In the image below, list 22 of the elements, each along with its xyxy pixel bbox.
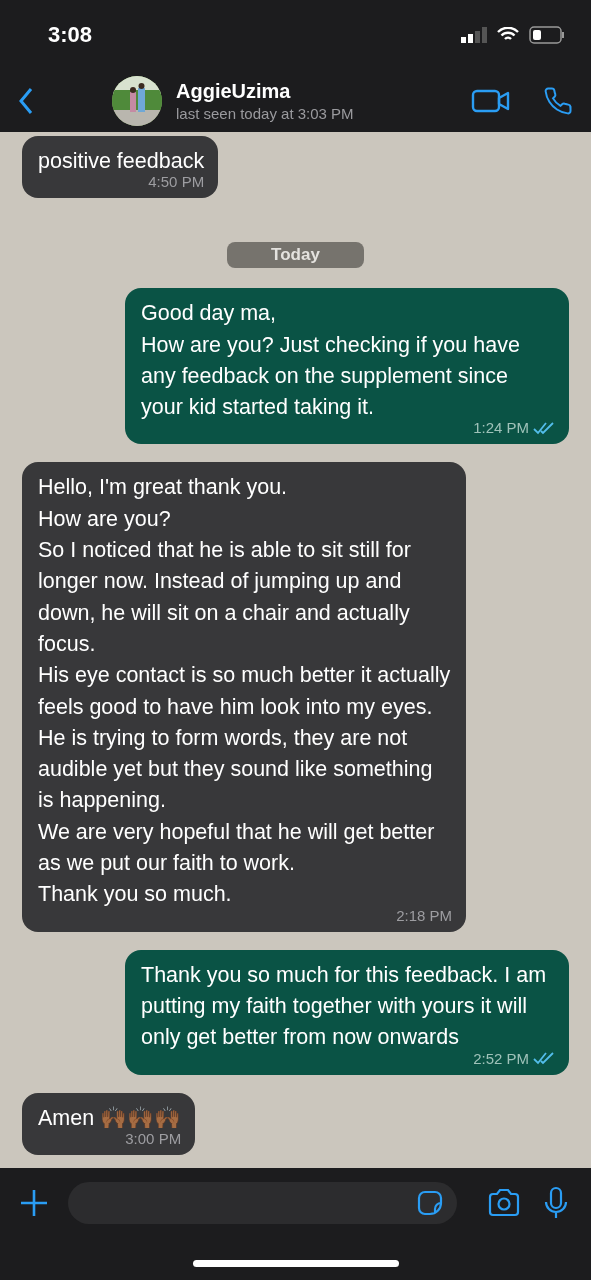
message-text: Hello, I'm great thank you. How are you? So I noticed that he is able to sit still for longer now. Instead of jumping up and down, he will sit on a chair and actually focus. His eye contact is so much better it actually feels good to have him look into my eyes. He is trying to form words, they are not audible yet but they sound like something is happening. We are very hopeful that he will get better as we put our faith to work. Thank you so much. — [38, 474, 452, 909]
contact-name[interactable]: AggieUzima — [176, 80, 453, 103]
sent-message-bubble[interactable]: Good day ma, How are you? Just checking if you have any feedback on the supplement since your kid started taking it. 1:24 PM — [125, 288, 569, 445]
signal-icon — [461, 27, 487, 43]
received-message-bubble[interactable]: positive feedback 4:50 PM — [22, 136, 219, 199]
message-time: 2:52 PM — [473, 1049, 529, 1067]
sticker-icon[interactable] — [417, 1190, 443, 1216]
date-divider: Today — [227, 242, 364, 269]
last-seen-status: last seen today at 3:03 PM — [176, 105, 355, 122]
message-time: 1:24 PM — [473, 419, 529, 437]
message-time: 4:50 PM — [148, 173, 205, 191]
battery-icon — [529, 26, 565, 44]
message-input-field[interactable] — [68, 1182, 457, 1224]
message-text: Thank you so much for this feedback. I am putting my faith together with yours it will only get better from now onwards — [141, 961, 548, 1052]
message-text: positive feedback — [38, 148, 205, 175]
message-time: 2:18 PM — [396, 906, 452, 924]
message-text: Good day ma, How are you? Just checking if you have any feedback on the supplement since your kid started taking it. — [141, 300, 521, 422]
message-text: Amen 🙌🏾🙌🏾🙌🏾 — [38, 1104, 182, 1132]
received-message-bubble[interactable]: Amen 🙌🏾🙌🏾🙌🏾 3:00 PM — [22, 1092, 196, 1155]
sent-message-bubble[interactable]: Thank you so much for this feedback. I am putting my faith together with yours it will only get better from now onwards 2:52 PM — [125, 949, 569, 1075]
status-time: 3:08 — [48, 22, 93, 48]
message-time: 3:00 PM — [125, 1129, 182, 1147]
